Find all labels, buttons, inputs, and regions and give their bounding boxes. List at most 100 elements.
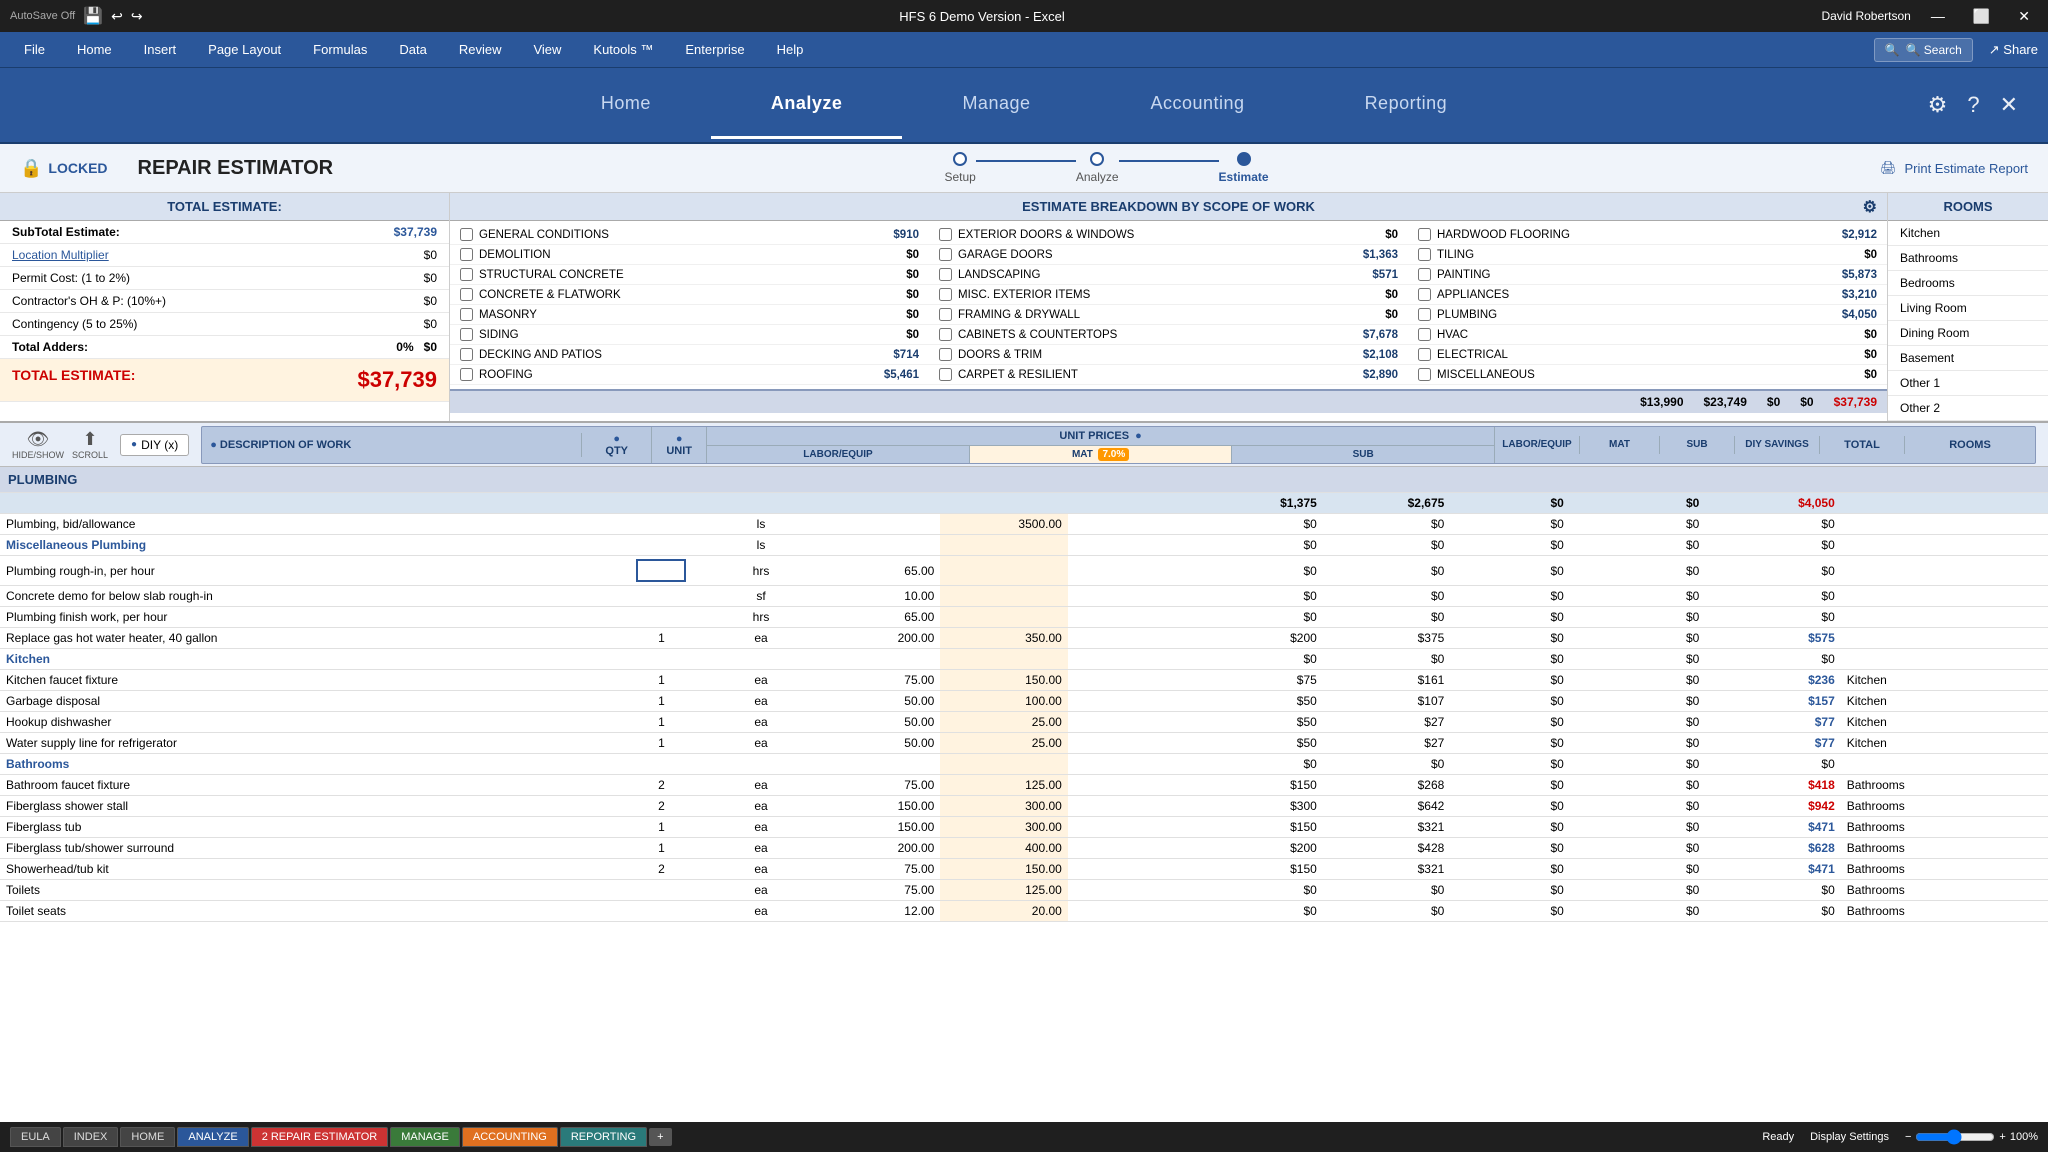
restore-btn[interactable]: ⬜ bbox=[1965, 4, 1998, 29]
ribbon-review[interactable]: Review bbox=[445, 36, 516, 63]
search-box[interactable]: 🔍 🔍 Search bbox=[1874, 38, 1973, 62]
est-garage-doors-check[interactable] bbox=[939, 248, 952, 261]
est-landscaping-check[interactable] bbox=[939, 268, 952, 281]
ribbon-formulas[interactable]: Formulas bbox=[299, 36, 381, 63]
ribbon-enterprise[interactable]: Enterprise bbox=[671, 36, 758, 63]
table-row: Water supply line for refrigerator 1 ea … bbox=[0, 733, 2048, 754]
est-siding-check[interactable] bbox=[460, 328, 473, 341]
tab-reporting[interactable]: REPORTING bbox=[560, 1127, 647, 1147]
help-icon[interactable]: ? bbox=[1967, 92, 1979, 118]
ribbon-kutools[interactable]: Kutools ™ bbox=[579, 36, 667, 63]
tab-manage[interactable]: MANAGE bbox=[390, 1127, 460, 1147]
room-living-room[interactable]: Living Room bbox=[1888, 296, 2048, 321]
room-other2[interactable]: Other 2 bbox=[1888, 396, 2048, 421]
tab-analyze[interactable]: ANALYZE bbox=[177, 1127, 248, 1147]
scroll-icon: ⬆ bbox=[82, 429, 97, 450]
close-btn[interactable]: ✕ bbox=[2010, 4, 2038, 29]
room-kitchen[interactable]: Kitchen bbox=[1888, 221, 2048, 246]
diy-label: DIY (x) bbox=[141, 438, 178, 452]
diy-btn[interactable]: ● DIY (x) bbox=[120, 434, 189, 456]
minimize-btn[interactable]: — bbox=[1923, 4, 1953, 28]
status-right: Ready Display Settings − + 100% bbox=[1762, 1129, 2038, 1145]
tab-home[interactable]: HOME bbox=[120, 1127, 175, 1147]
undo-icon[interactable]: ↩ bbox=[111, 8, 123, 25]
nav-analyze[interactable]: Analyze bbox=[711, 71, 903, 139]
analyze-label: Analyze bbox=[1076, 170, 1119, 184]
hide-show-btn[interactable]: 👁 HIDE/SHOW bbox=[12, 429, 64, 460]
row-mat-t: $0 bbox=[1323, 514, 1451, 535]
close-nav-icon[interactable]: ✕ bbox=[2000, 92, 2018, 118]
est-electrical-check[interactable] bbox=[1418, 348, 1431, 361]
room-dining-room[interactable]: Dining Room bbox=[1888, 321, 2048, 346]
tab-accounting[interactable]: ACCOUNTING bbox=[462, 1127, 558, 1147]
est-misc-exterior-check[interactable] bbox=[939, 288, 952, 301]
share-btn[interactable]: ↗ Share bbox=[1989, 42, 2038, 58]
display-settings-btn[interactable]: Display Settings bbox=[1810, 1131, 1889, 1143]
save-icon[interactable]: 💾 bbox=[83, 6, 103, 26]
rough-in-qty-input[interactable] bbox=[636, 559, 686, 582]
est-concrete-flatwork-check[interactable] bbox=[460, 288, 473, 301]
est-carpet-check[interactable] bbox=[939, 368, 952, 381]
zoom-out-btn[interactable]: − bbox=[1905, 1131, 1911, 1143]
app-nav: Home Analyze Manage Accounting Reporting… bbox=[0, 68, 2048, 144]
est-exterior-doors-check[interactable] bbox=[939, 228, 952, 241]
zoom-in-btn[interactable]: + bbox=[1999, 1131, 2005, 1143]
nav-home[interactable]: Home bbox=[541, 71, 711, 139]
est-appliances: APPLIANCES$3,210 bbox=[1408, 285, 1887, 305]
est-tiling-check[interactable] bbox=[1418, 248, 1431, 261]
summary-adders-row: Total Adders: 0% $0 bbox=[0, 336, 449, 359]
est-doors-trim-check[interactable] bbox=[939, 348, 952, 361]
est-roofing-check[interactable] bbox=[460, 368, 473, 381]
est-miscellaneous-check[interactable] bbox=[1418, 368, 1431, 381]
tab-index[interactable]: INDEX bbox=[63, 1127, 119, 1147]
ribbon-data[interactable]: Data bbox=[385, 36, 440, 63]
nav-reporting[interactable]: Reporting bbox=[1305, 71, 1508, 139]
nav-accounting[interactable]: Accounting bbox=[1091, 71, 1305, 139]
le2-header: LABOR/EQUIP bbox=[1495, 436, 1580, 454]
room-bedrooms[interactable]: Bedrooms bbox=[1888, 271, 2048, 296]
plumbing-label: PLUMBING bbox=[0, 467, 2048, 493]
ribbon-home[interactable]: Home bbox=[63, 36, 126, 63]
nav-manage[interactable]: Manage bbox=[902, 71, 1090, 139]
scroll-btn[interactable]: ⬆ SCROLL bbox=[72, 429, 108, 460]
zoom-slider[interactable] bbox=[1915, 1129, 1995, 1145]
print-report-btn[interactable]: 🖨 Print Estimate Report bbox=[1880, 160, 2028, 176]
room-other1[interactable]: Other 1 bbox=[1888, 371, 2048, 396]
estimate-totals-row: $13,990 $23,749 $0 $0 $37,739 bbox=[450, 389, 1887, 413]
room-bathrooms[interactable]: Bathrooms bbox=[1888, 246, 2048, 271]
est-hvac-check[interactable] bbox=[1418, 328, 1431, 341]
ribbon-file[interactable]: File bbox=[10, 36, 59, 63]
est-demolition-check[interactable] bbox=[460, 248, 473, 261]
est-painting-check[interactable] bbox=[1418, 268, 1431, 281]
user-name: David Robertson bbox=[1821, 9, 1910, 23]
table-row: Kitchen $0 $0 $0 $0 $0 bbox=[0, 649, 2048, 670]
pt-sub bbox=[1068, 493, 1188, 514]
room-basement[interactable]: Basement bbox=[1888, 346, 2048, 371]
table-row: Hookup dishwasher 1 ea 50.00 25.00 $50 $… bbox=[0, 712, 2048, 733]
est-plumbing-check[interactable] bbox=[1418, 308, 1431, 321]
step-setup: Setup bbox=[944, 152, 975, 184]
ribbon-view[interactable]: View bbox=[519, 36, 575, 63]
tab-eula[interactable]: EULA bbox=[10, 1127, 61, 1147]
redo-icon[interactable]: ↪ bbox=[131, 8, 143, 25]
ribbon-page-layout[interactable]: Page Layout bbox=[194, 36, 295, 63]
tab-repair-estimator[interactable]: 2 REPAIR ESTIMATOR bbox=[251, 1127, 389, 1147]
est-cabinets-check[interactable] bbox=[939, 328, 952, 341]
table-row: Fiberglass shower stall 2 ea 150.00 300.… bbox=[0, 796, 2048, 817]
summary-header: TOTAL ESTIMATE: bbox=[0, 193, 449, 221]
est-masonry-check[interactable] bbox=[460, 308, 473, 321]
tab-add-btn[interactable]: + bbox=[649, 1128, 671, 1146]
est-structural-concrete-check[interactable] bbox=[460, 268, 473, 281]
est-general-conditions-check[interactable] bbox=[460, 228, 473, 241]
ribbon-insert[interactable]: Insert bbox=[130, 36, 191, 63]
le-header: LABOR/EQUIP bbox=[707, 446, 970, 463]
est-decking-check[interactable] bbox=[460, 348, 473, 361]
location-multiplier-link[interactable]: Location Multiplier bbox=[12, 248, 109, 262]
est-appliances-check[interactable] bbox=[1418, 288, 1431, 301]
estimate-dot bbox=[1237, 152, 1251, 166]
est-framing-check[interactable] bbox=[939, 308, 952, 321]
settings-icon[interactable]: ⚙ bbox=[1928, 92, 1948, 118]
estimate-gear-icon[interactable]: ⚙ bbox=[1863, 197, 1877, 217]
ribbon-help[interactable]: Help bbox=[763, 36, 818, 63]
est-hardwood-check[interactable] bbox=[1418, 228, 1431, 241]
